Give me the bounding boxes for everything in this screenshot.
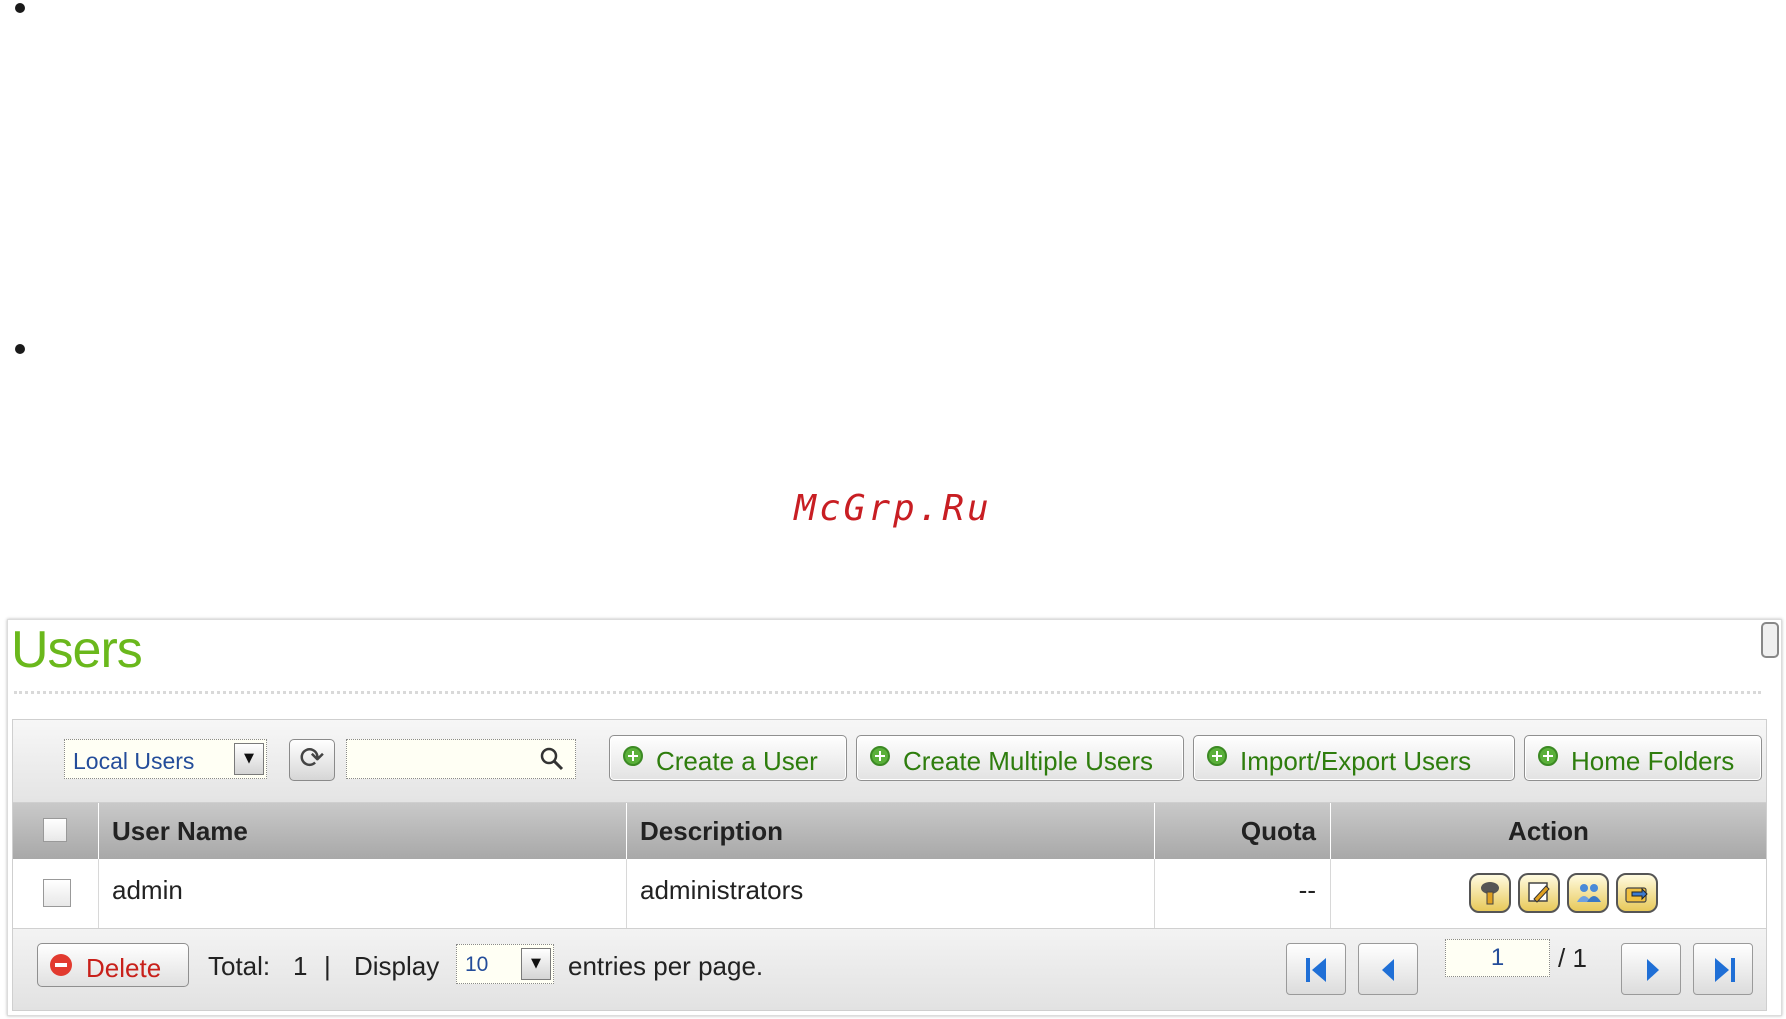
column-header-user-name[interactable]: User Name bbox=[99, 803, 627, 859]
cell-quota: -- bbox=[1155, 859, 1331, 928]
column-header-description[interactable]: Description bbox=[627, 803, 1155, 859]
scrollbar-thumb[interactable] bbox=[1761, 622, 1779, 658]
chevron-down-icon[interactable]: ▼ bbox=[234, 743, 264, 775]
home-folders-button[interactable]: Home Folders bbox=[1524, 735, 1762, 781]
user-type-select-value: Local Users bbox=[73, 748, 195, 774]
import-export-users-button[interactable]: Import/Export Users bbox=[1193, 735, 1515, 781]
per-page-select[interactable]: 10 ▼ bbox=[456, 944, 554, 984]
search-input[interactable] bbox=[351, 744, 535, 774]
create-multiple-users-label: Create Multiple Users bbox=[903, 746, 1153, 776]
bullet-point bbox=[15, 344, 25, 354]
display-label: Display bbox=[354, 951, 440, 981]
next-page-button[interactable] bbox=[1621, 943, 1681, 995]
search-icon[interactable] bbox=[539, 746, 565, 776]
entries-label: entries per page. bbox=[568, 951, 764, 981]
total-label: Total: bbox=[208, 951, 271, 981]
previous-page-icon bbox=[1382, 959, 1394, 981]
table-footer: Delete Total: 1 | Display 10 ▼ entries p… bbox=[13, 929, 1766, 1010]
cell-description: administrators bbox=[627, 859, 1155, 928]
last-page-button[interactable] bbox=[1693, 943, 1753, 995]
bullet-point bbox=[15, 3, 25, 13]
first-page-icon bbox=[1306, 958, 1326, 982]
column-header-action: Action bbox=[1508, 816, 1589, 846]
row-select-cell bbox=[13, 859, 99, 928]
plus-icon bbox=[1538, 746, 1558, 766]
column-header-quota[interactable]: Quota bbox=[1155, 803, 1331, 859]
total-pages: / 1 bbox=[1558, 943, 1587, 973]
first-page-button[interactable] bbox=[1286, 943, 1346, 995]
users-grid: Local Users ▼ ⟳ Create a User Create Mul… bbox=[12, 719, 1767, 1011]
create-user-label: Create a User bbox=[656, 746, 818, 776]
select-all-checkbox[interactable] bbox=[43, 818, 67, 842]
footer-separator: | bbox=[324, 951, 331, 981]
watermark-text: McGrp.Ru bbox=[794, 488, 992, 529]
home-folders-label: Home Folders bbox=[1571, 746, 1735, 776]
import-export-users-label: Import/Export Users bbox=[1240, 746, 1472, 776]
page-number-input[interactable]: 1 bbox=[1445, 939, 1550, 977]
delete-button[interactable]: Delete bbox=[37, 943, 189, 987]
cell-action bbox=[1331, 859, 1766, 928]
search-field[interactable] bbox=[346, 739, 576, 779]
password-icon[interactable] bbox=[1469, 873, 1511, 913]
user-type-select[interactable]: Local Users ▼ bbox=[64, 739, 267, 779]
plus-icon bbox=[1207, 746, 1227, 766]
users-panel: Users Local Users ▼ ⟳ Create a User Crea… bbox=[7, 619, 1782, 1016]
plus-icon bbox=[870, 746, 890, 766]
per-page-value: 10 bbox=[465, 953, 489, 976]
cell-user-name: admin bbox=[99, 859, 627, 928]
title-divider bbox=[14, 691, 1761, 694]
create-multiple-users-button[interactable]: Create Multiple Users bbox=[856, 735, 1184, 781]
last-page-icon bbox=[1715, 958, 1735, 982]
table-header: User Name Description Quota Action bbox=[13, 803, 1766, 859]
next-page-icon bbox=[1647, 959, 1659, 981]
row-checkbox[interactable] bbox=[43, 879, 71, 907]
toolbar: Local Users ▼ ⟳ Create a User Create Mul… bbox=[13, 720, 1766, 803]
edit-icon[interactable] bbox=[1518, 873, 1560, 913]
create-user-button[interactable]: Create a User bbox=[609, 735, 847, 781]
page-title: Users bbox=[11, 621, 143, 679]
previous-page-button[interactable] bbox=[1358, 943, 1418, 995]
delete-label: Delete bbox=[86, 953, 162, 983]
group-icon[interactable] bbox=[1567, 873, 1609, 913]
total-count: 1 bbox=[293, 951, 308, 981]
header-select-cell bbox=[13, 803, 99, 859]
share-folder-icon[interactable] bbox=[1616, 873, 1658, 913]
refresh-icon: ⟳ bbox=[299, 741, 325, 776]
stop-icon bbox=[50, 954, 72, 976]
chevron-down-icon[interactable]: ▼ bbox=[521, 948, 551, 980]
table-row[interactable]: admin administrators -- bbox=[13, 859, 1766, 929]
plus-icon bbox=[623, 746, 643, 766]
refresh-button[interactable]: ⟳ bbox=[289, 739, 335, 781]
